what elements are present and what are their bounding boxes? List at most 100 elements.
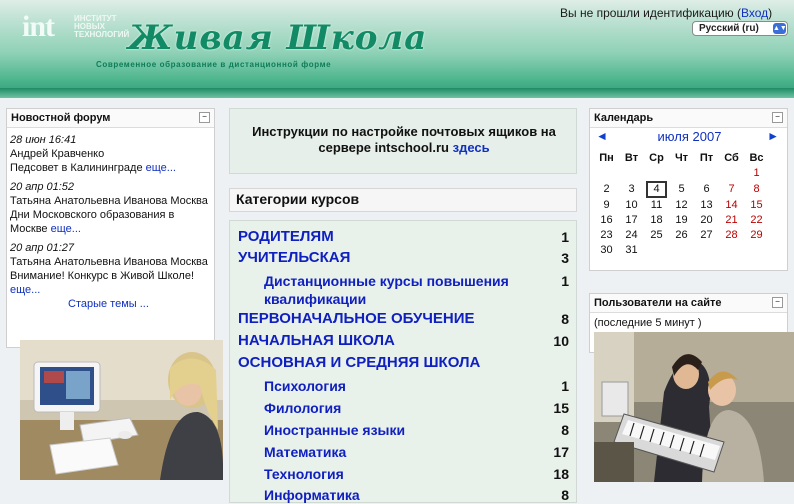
- categories-title: Категории курсов: [236, 191, 360, 207]
- minimize-icon[interactable]: −: [772, 297, 783, 308]
- calendar-day: 30: [600, 244, 613, 256]
- news-text: Педсовет в Калининграде еще...: [10, 161, 211, 175]
- calendar-day: 5: [678, 183, 685, 195]
- news-text-body: Дни Московского образования в Москве: [10, 209, 175, 235]
- language-select[interactable]: Русский (ru) ▲▼: [692, 21, 788, 36]
- minimize-icon[interactable]: −: [199, 112, 210, 123]
- users-online-title: Пользователи на сайте: [594, 297, 722, 309]
- news-forum-block: Новостной форум − 28 июн 16:41 Андрей Кра…: [6, 108, 215, 348]
- category-count: 10: [553, 333, 569, 349]
- calendar-day: [719, 243, 744, 258]
- calendar-day: 25: [650, 229, 663, 241]
- calendar-month[interactable]: июля 2007: [590, 130, 789, 144]
- category-count: 8: [561, 487, 569, 503]
- category-count: 18: [553, 466, 569, 482]
- photo-image: [20, 340, 223, 480]
- category-link[interactable]: Дистанционные курсы повышения квалификац…: [264, 272, 534, 308]
- login-info: Вы не прошли идентификацию (Вход): [560, 6, 772, 20]
- calendar-day: [594, 166, 619, 181]
- users-online-subtitle: (последние 5 минут ): [594, 317, 702, 329]
- photo-teacher-computer: [20, 340, 223, 480]
- instructions-text: Инструкции по настройке почтовых ящиков …: [242, 124, 566, 156]
- news-more-link[interactable]: еще...: [51, 223, 81, 235]
- calendar-day: [744, 243, 769, 258]
- photo-piano-lesson: [594, 332, 794, 482]
- category-link[interactable]: Технология: [264, 465, 344, 483]
- calendar-day: 7: [728, 183, 735, 195]
- calendar-day: 12: [675, 199, 688, 211]
- category-count: 1: [561, 273, 569, 289]
- calendar-day: 11: [650, 199, 663, 211]
- calendar-day: 10: [625, 199, 638, 211]
- category-link[interactable]: ПЕРВОНАЧАЛЬНОЕ ОБУЧЕНИЕ: [238, 310, 475, 328]
- news-item: 28 июн 16:41 Андрей Кравченко Педсовет в…: [10, 133, 211, 175]
- calendar-day: [644, 166, 669, 181]
- calendar-title: Календарь: [594, 112, 654, 124]
- calendar-day: 26: [675, 229, 688, 241]
- calendar-day: 2: [603, 183, 610, 195]
- category-link[interactable]: ОСНОВНАЯ И СРЕДНЯЯ ШКОЛА: [238, 354, 480, 372]
- login-link[interactable]: Вход: [741, 6, 768, 20]
- instructions-link[interactable]: здесь: [453, 140, 490, 155]
- news-text-body: Внимание! Конкурс в Живой Школе!: [10, 270, 194, 282]
- news-forum-title: Новостной форум: [11, 112, 111, 124]
- calendar-day: 21: [725, 214, 738, 226]
- select-arrows-icon: ▲▼: [773, 23, 787, 34]
- users-online-header: Пользователи на сайте −: [590, 294, 787, 313]
- category-count: 17: [553, 444, 569, 460]
- int-logo[interactable]: int: [22, 12, 55, 42]
- category-count: 15: [553, 400, 569, 416]
- weekday: Чт: [674, 152, 689, 164]
- instructions-box: Инструкции по настройке почтовых ящиков …: [229, 108, 577, 174]
- calendar-day: 1: [753, 167, 760, 179]
- category-link[interactable]: Филология: [264, 399, 341, 417]
- calendar-day: 28: [725, 229, 738, 241]
- brand-logo[interactable]: Живая Школа: [128, 20, 427, 56]
- news-more-link[interactable]: еще...: [146, 162, 176, 174]
- calendar-day: 15: [750, 199, 763, 211]
- news-text: Дни Московского образования в Москве еще…: [10, 208, 211, 236]
- category-count: 3: [561, 250, 569, 266]
- calendar-day: [619, 166, 644, 181]
- category-link[interactable]: Информатика: [264, 486, 360, 504]
- calendar-day: [669, 243, 694, 258]
- category-link[interactable]: РОДИТЕЛЯМ: [238, 228, 334, 246]
- calendar-day: 16: [600, 214, 613, 226]
- news-author: Татьяна Анатольевна Иванова Москва: [10, 256, 208, 268]
- calendar-day: 17: [625, 214, 638, 226]
- category-count: 8: [561, 422, 569, 438]
- calendar-day: 23: [600, 229, 613, 241]
- categories-header: Категории курсов: [229, 188, 577, 212]
- instructions-body: Инструкции по настройке почтовых ящиков …: [252, 124, 556, 155]
- minimize-icon[interactable]: −: [772, 112, 783, 123]
- calendar-day: 6: [703, 183, 710, 195]
- category-link[interactable]: НАЧАЛЬНАЯ ШКОЛА: [238, 332, 395, 350]
- calendar-block: Календарь − ◄ июля 2007 ► Пн Вт Ср Чт Пт …: [589, 108, 788, 271]
- photo-image: [594, 332, 794, 482]
- category-link[interactable]: Математика: [264, 443, 346, 461]
- category-link[interactable]: Иностранные языки: [264, 421, 405, 439]
- next-month-icon[interactable]: ►: [767, 129, 779, 143]
- calendar-day: 13: [700, 199, 713, 211]
- news-author: Андрей Кравченко: [10, 148, 105, 160]
- login-end: ): [768, 6, 773, 20]
- weekday: Ср: [649, 152, 664, 164]
- news-text-body: Педсовет в Калининграде: [10, 162, 143, 174]
- category-count: 1: [561, 229, 569, 245]
- calendar-day: [669, 166, 694, 181]
- calendar-day: [694, 243, 719, 258]
- login-text: Вы не прошли идентификацию (: [560, 6, 741, 20]
- old-topics: Старые темы ...: [10, 297, 211, 311]
- calendar-day: [694, 166, 719, 181]
- news-more-link[interactable]: еще...: [10, 284, 40, 296]
- old-topics-link[interactable]: Старые темы ...: [68, 298, 149, 310]
- category-count: 1: [561, 378, 569, 394]
- language-value: Русский (ru): [699, 23, 759, 34]
- calendar-day: 31: [625, 244, 638, 256]
- news-text: Внимание! Конкурс в Живой Школе! еще...: [10, 269, 211, 297]
- category-link[interactable]: Психология: [264, 377, 346, 395]
- category-link[interactable]: УЧИТЕЛЬСКАЯ: [238, 249, 350, 267]
- news-date: 28 июн 16:41: [10, 134, 77, 146]
- calendar-day: 24: [625, 229, 638, 241]
- calendar-day: 22: [750, 214, 763, 226]
